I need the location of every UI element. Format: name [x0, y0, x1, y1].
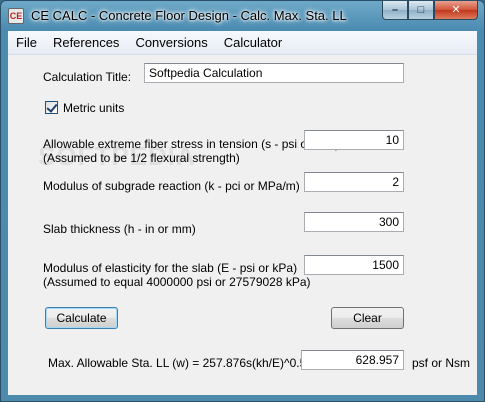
calculate-button[interactable]: Calculate — [45, 307, 118, 329]
clear-button[interactable]: Clear — [331, 307, 404, 329]
maximize-button[interactable]: □ — [408, 1, 434, 20]
elasticity-input[interactable]: 1500 — [304, 255, 404, 275]
app-window: CE CE CALC - Concrete Floor Design - Cal… — [0, 0, 485, 402]
metric-units-label[interactable]: Metric units — [63, 101, 124, 116]
menu-references[interactable]: References — [45, 35, 127, 50]
result-label: Max. Allowable Sta. LL (w) = 257.876s(kh… — [48, 356, 317, 370]
menu-file[interactable]: File — [8, 35, 45, 50]
result-unit: psf or Nsm — [412, 356, 471, 370]
title-bar[interactable]: CE CE CALC - Concrete Floor Design - Cal… — [1, 1, 484, 31]
window-title: CE CALC - Concrete Floor Design - Calc. … — [31, 8, 347, 23]
result-output: 628.957 — [301, 350, 404, 370]
app-icon[interactable]: CE — [8, 8, 24, 24]
elasticity-note: (Assumed to equal 4000000 psi or 2757902… — [43, 275, 311, 289]
thickness-label: Slab thickness (h - in or mm) — [43, 222, 196, 236]
thickness-input[interactable]: 300 — [304, 212, 404, 232]
fiber-stress-note: (Assumed to be 1/2 flexural strength) — [43, 151, 240, 165]
close-button[interactable]: ✕ — [434, 1, 478, 20]
subgrade-label: Modulus of subgrade reaction (k - pci or… — [43, 179, 300, 193]
menu-bar: File References Conversions Calculator — [8, 31, 477, 55]
fiber-stress-label: Allowable extreme fiber stress in tensio… — [43, 137, 340, 151]
minimize-button[interactable]: – — [382, 1, 408, 20]
form-area: SOFTPEDIA Calculation Title: Softpedia C… — [8, 55, 477, 395]
menu-conversions[interactable]: Conversions — [127, 35, 215, 50]
window-controls: – □ ✕ — [382, 1, 478, 21]
elasticity-label: Modulus of elasticity for the slab (E - … — [43, 261, 298, 275]
subgrade-input[interactable]: 2 — [304, 172, 404, 192]
fiber-stress-input[interactable]: 10 — [304, 130, 404, 150]
calc-title-input[interactable]: Softpedia Calculation — [144, 63, 404, 83]
calc-title-label: Calculation Title: — [43, 70, 132, 84]
menu-calculator[interactable]: Calculator — [216, 35, 291, 50]
metric-units-checkbox[interactable] — [45, 101, 58, 114]
